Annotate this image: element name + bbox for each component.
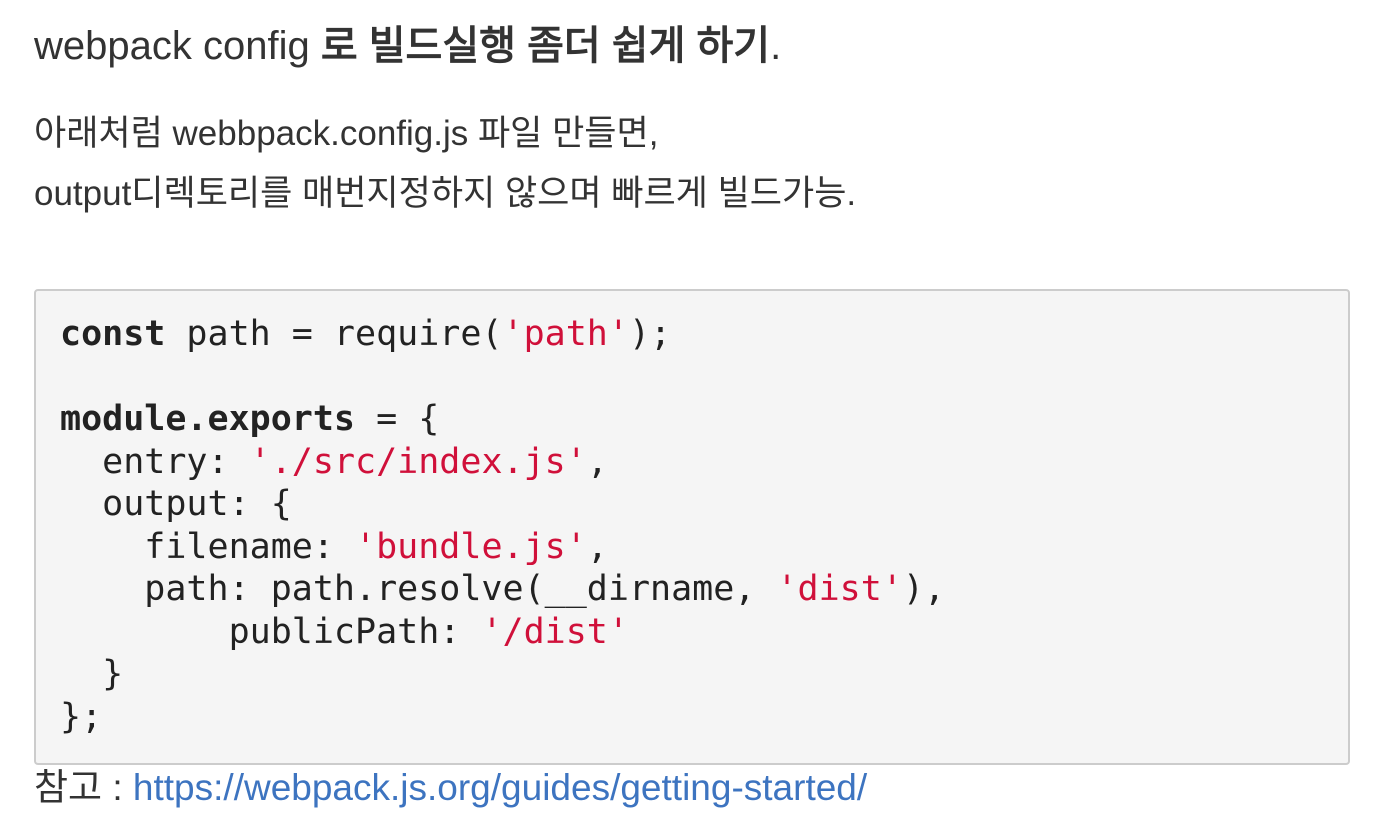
code-string: 'dist' xyxy=(776,569,903,609)
code-line: publicPath: '/dist' xyxy=(60,611,1324,654)
code-text: filename: xyxy=(60,526,356,567)
intro-paragraph: 아래처럼 webbpack.config.js 파일 만들면, output디렉… xyxy=(34,104,856,224)
heading-prefix: webpack config xyxy=(34,24,321,68)
code-line: entry: './src/index.js', xyxy=(60,441,1324,484)
code-text: }; xyxy=(60,696,103,737)
code-text: , xyxy=(586,526,608,567)
code-text: = { xyxy=(355,399,440,439)
code-text: path = require( xyxy=(165,314,503,354)
code-text: path: path.resolve(__dirname, xyxy=(60,569,777,609)
code-line: module.exports = { xyxy=(60,398,1324,441)
code-text: ); xyxy=(628,314,672,354)
section-heading: webpack config 로 빌드실행 좀더 쉽게 하기. xyxy=(34,18,781,74)
code-text: output: { xyxy=(60,484,292,524)
heading-period: . xyxy=(770,24,782,68)
code-string: '/dist' xyxy=(481,611,629,652)
code-string: 'bundle.js' xyxy=(355,526,587,567)
intro-line-1: 아래처럼 webbpack.config.js 파일 만들면, xyxy=(34,114,659,153)
code-text: , xyxy=(586,441,608,482)
code-block[interactable]: const path = require('path'); module.expo… xyxy=(34,289,1350,765)
intro-line-2: output디렉토리를 매번지정하지 않으며 빠르게 빌드가능. xyxy=(34,174,857,213)
code-line: const path = require('path'); xyxy=(60,313,1324,356)
code-text: entry: xyxy=(60,441,250,482)
code-line: } xyxy=(60,653,1324,696)
code-string: './src/index.js' xyxy=(249,441,587,482)
heading-korean: 로 빌드실행 좀더 쉽게 하기 xyxy=(320,24,771,68)
code-line: path: path.resolve(__dirname, 'dist'), xyxy=(60,568,1324,611)
reference-link[interactable]: https://webpack.js.org/guides/getting-st… xyxy=(133,767,867,808)
code-line: filename: 'bundle.js', xyxy=(60,526,1324,569)
code-keyword: module.exports xyxy=(60,399,356,439)
reference-label: 참고 : xyxy=(34,767,133,808)
code-text: publicPath: xyxy=(60,611,482,652)
code-keyword: const xyxy=(60,314,166,354)
code-text: } xyxy=(60,654,124,694)
code-line: output: { xyxy=(60,483,1324,526)
code-text: ), xyxy=(902,569,946,609)
code-string: 'path' xyxy=(502,314,629,354)
code-line: }; xyxy=(60,696,1324,739)
reference-line: 참고 : https://webpack.js.org/guides/getti… xyxy=(34,760,867,816)
